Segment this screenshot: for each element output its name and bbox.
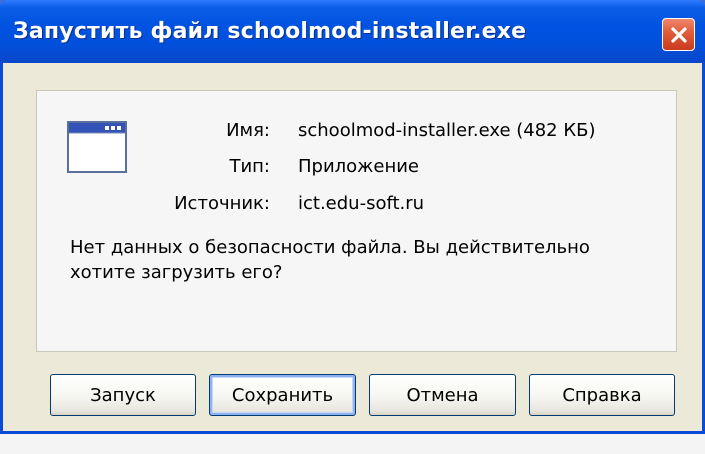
type-label: Тип: [229, 156, 270, 177]
type-value: Приложение [298, 156, 420, 177]
warning-line-2: хотите загрузить его? [70, 262, 283, 283]
title-bar[interactable]: Запустить файл schoolmod-installer.exe [0, 0, 705, 63]
window-title: Запустить файл schoolmod-installer.exe [13, 19, 527, 44]
help-button[interactable]: Справка [529, 374, 675, 416]
close-icon [669, 25, 689, 45]
close-button[interactable] [662, 18, 695, 51]
source-value: ict.edu-soft.ru [298, 193, 425, 214]
save-button[interactable]: Сохранить [209, 374, 356, 416]
name-label: Имя: [226, 120, 270, 141]
desktop-bottom [0, 434, 705, 454]
cancel-button[interactable]: Отмена [369, 374, 516, 416]
security-warning: Нет данных о безопасности файла. Вы дейс… [70, 235, 630, 285]
name-value: schoolmod-installer.exe (482 КБ) [298, 120, 596, 141]
run-button[interactable]: Запуск [50, 374, 196, 416]
warning-line-1: Нет данных о безопасности файла. Вы дейс… [70, 237, 590, 258]
source-label: Источник: [174, 193, 270, 214]
